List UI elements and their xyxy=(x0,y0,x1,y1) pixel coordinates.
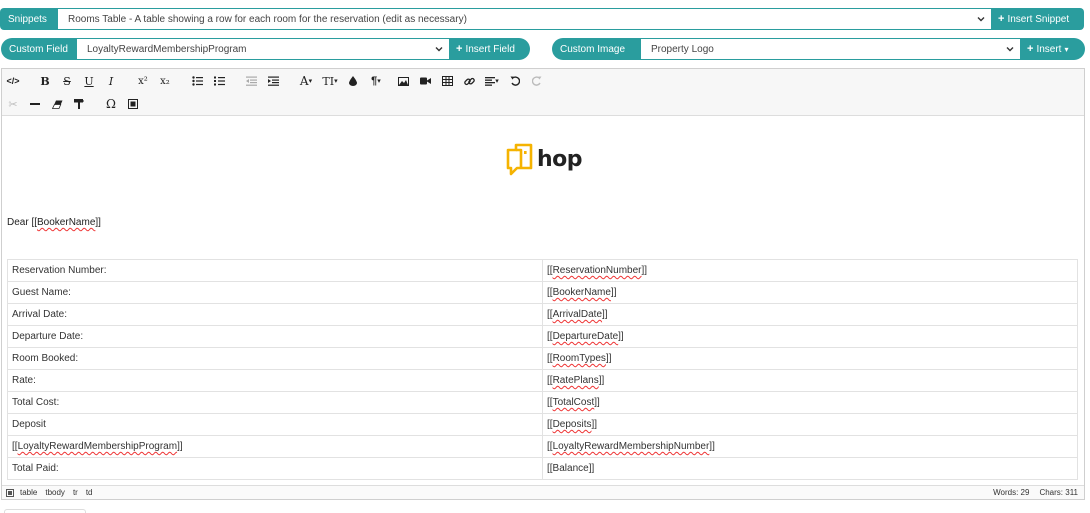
chevron-down-icon xyxy=(435,45,443,53)
font-size-icon[interactable]: TI ▾ xyxy=(318,70,342,92)
chevron-down-icon xyxy=(977,15,985,23)
table-cell-label[interactable]: [[LoyaltyRewardMembershipProgram]] xyxy=(7,435,543,458)
text-color-drop-icon[interactable] xyxy=(342,70,364,92)
table-row: Arrival Date: [[ArrivalDate]] xyxy=(7,303,1078,326)
rooms-table[interactable]: Reservation Number: [[ReservationNumber]]… xyxy=(7,259,1078,480)
table-cell-value[interactable]: [[TotalCost]] xyxy=(542,391,1078,414)
table-row: Deposit [[Deposits]] xyxy=(7,413,1078,436)
table-cell-value[interactable]: [[BookerName]] xyxy=(542,281,1078,304)
format-painter-icon[interactable] xyxy=(68,93,90,115)
editor-toolbar: </> B S U I x² x₂ A ▾ TI ▾ ¶ ▾ ▾ ✂ Ω xyxy=(2,69,1084,116)
table-row: [[LoyaltyRewardMembershipProgram]] [[Loya… xyxy=(7,435,1078,458)
indent-icon[interactable] xyxy=(262,70,284,92)
table-cell-value[interactable]: [[Deposits]] xyxy=(542,413,1078,436)
table-cell-label[interactable]: Room Booked: xyxy=(7,347,543,370)
editor-content[interactable]: hop Dear [[BookerName]] Reservation Numb… xyxy=(2,116,1084,487)
insert-snippet-button[interactable]: + Insert Snippet xyxy=(992,8,1084,30)
custom-image-label: Custom Image xyxy=(552,38,640,60)
superscript-icon[interactable]: x² xyxy=(132,70,154,92)
char-count: Chars: 311 xyxy=(1039,488,1078,497)
bullet-list-icon[interactable] xyxy=(186,70,208,92)
insert-field-button[interactable]: + Insert Field xyxy=(450,38,530,60)
logo-text: hop xyxy=(537,146,583,172)
table-row: Departure Date: [[DepartureDate]] xyxy=(7,325,1078,348)
paragraph-icon[interactable]: ¶ ▾ xyxy=(364,70,388,92)
custom-image-select[interactable]: Property Logo xyxy=(640,38,1021,60)
subscript-icon[interactable]: x₂ xyxy=(154,70,176,92)
plus-icon: + xyxy=(456,43,463,55)
horizontal-rule-icon[interactable] xyxy=(24,93,46,115)
table-cell-label[interactable]: Total Cost: xyxy=(7,391,543,414)
underline-icon[interactable]: U xyxy=(78,70,100,92)
word-count: Words: 29 xyxy=(993,488,1030,497)
editor-statusbar: table tbody tr td Words: 29 Chars: 311 xyxy=(2,485,1084,499)
table-cell-value[interactable]: [[RatePlans]] xyxy=(542,369,1078,392)
video-icon[interactable] xyxy=(414,70,436,92)
table-icon[interactable] xyxy=(436,70,458,92)
path-table[interactable]: table xyxy=(20,488,37,497)
table-cell-value[interactable]: [[RoomTypes]] xyxy=(542,347,1078,370)
table-cell-value[interactable]: [[ArrivalDate]] xyxy=(542,303,1078,326)
table-cell-label[interactable]: Arrival Date: xyxy=(7,303,543,326)
path-tbody[interactable]: tbody xyxy=(45,488,65,497)
undo-icon[interactable] xyxy=(504,70,526,92)
custom-field-selected-value: LoyaltyRewardMembershipProgram xyxy=(87,43,247,55)
snippets-label: Snippets xyxy=(0,8,57,30)
table-cell-label[interactable]: Rate: xyxy=(7,369,543,392)
font-color-icon[interactable]: A ▾ xyxy=(294,70,318,92)
table-cell-label[interactable]: Guest Name: xyxy=(7,281,543,304)
outdent-icon[interactable] xyxy=(240,70,262,92)
table-row: Reservation Number: [[ReservationNumber]] xyxy=(7,259,1078,282)
rich-text-editor: </> B S U I x² x₂ A ▾ TI ▾ ¶ ▾ ▾ ✂ Ω hop… xyxy=(1,68,1085,500)
plus-icon: + xyxy=(1027,43,1034,55)
property-logo: hop xyxy=(505,142,583,176)
strikethrough-icon[interactable]: S xyxy=(56,70,78,92)
snippets-bar: Snippets Rooms Table - A table showing a… xyxy=(0,8,1084,30)
italic-icon[interactable]: I xyxy=(100,70,122,92)
table-row: Total Cost: [[TotalCost]] xyxy=(7,391,1078,414)
plus-icon: + xyxy=(998,13,1005,25)
redo-icon[interactable] xyxy=(526,70,548,92)
resize-handle[interactable] xyxy=(4,509,86,513)
clear-format-icon[interactable] xyxy=(46,93,68,115)
table-cell-value[interactable]: [[DepartureDate]] xyxy=(542,325,1078,348)
table-cell-value[interactable]: [[Balance]] xyxy=(542,457,1078,480)
table-cell-label[interactable]: Departure Date: xyxy=(7,325,543,348)
toolbar-row-2: ✂ Ω xyxy=(2,93,144,115)
custom-field-bar: Custom Field LoyaltyRewardMembershipProg… xyxy=(1,38,530,60)
table-cell-label[interactable]: Reservation Number: xyxy=(7,259,543,282)
custom-image-selected-value: Property Logo xyxy=(651,43,714,55)
table-cell-label[interactable]: Deposit xyxy=(7,413,543,436)
table-row: Total Paid: [[Balance]] xyxy=(7,457,1078,480)
table-row: Rate: [[RatePlans]] xyxy=(7,369,1078,392)
numbered-list-icon[interactable] xyxy=(208,70,230,92)
select-all-icon[interactable] xyxy=(122,93,144,115)
hop-logo-icon xyxy=(506,143,533,176)
link-icon[interactable] xyxy=(458,70,480,92)
cut-icon[interactable]: ✂ xyxy=(2,93,24,115)
snippets-select[interactable]: Rooms Table - A table showing a row for … xyxy=(57,8,992,30)
toolbar-row-1: </> B S U I x² x₂ A ▾ TI ▾ ¶ ▾ ▾ xyxy=(2,70,548,92)
insert-image-button[interactable]: + Insert ▾ xyxy=(1021,38,1085,60)
table-cell-value[interactable]: [[ReservationNumber]] xyxy=(542,259,1078,282)
snippets-selected-value: Rooms Table - A table showing a row for … xyxy=(68,13,467,25)
table-row: Guest Name: [[BookerName]] xyxy=(7,281,1078,304)
table-row: Room Booked: [[RoomTypes]] xyxy=(7,347,1078,370)
custom-field-label: Custom Field xyxy=(1,38,76,60)
custom-field-select[interactable]: LoyaltyRewardMembershipProgram xyxy=(76,38,450,60)
custom-image-bar: Custom Image Property Logo + Insert ▾ xyxy=(552,38,1085,60)
chevron-down-icon xyxy=(1006,45,1014,53)
code-view-icon[interactable]: </> xyxy=(2,70,24,92)
path-tr[interactable]: tr xyxy=(73,488,78,497)
image-icon[interactable] xyxy=(392,70,414,92)
path-td[interactable]: td xyxy=(86,488,93,497)
bold-icon[interactable]: B xyxy=(34,70,56,92)
special-char-icon[interactable]: Ω xyxy=(100,93,122,115)
align-icon[interactable]: ▾ xyxy=(480,70,504,92)
table-cell-value[interactable]: [[LoyaltyRewardMembershipNumber]] xyxy=(542,435,1078,458)
select-all-icon[interactable] xyxy=(6,488,14,497)
table-cell-label[interactable]: Total Paid: xyxy=(7,457,543,480)
greeting-line: Dear [[BookerName]] xyxy=(7,217,101,228)
